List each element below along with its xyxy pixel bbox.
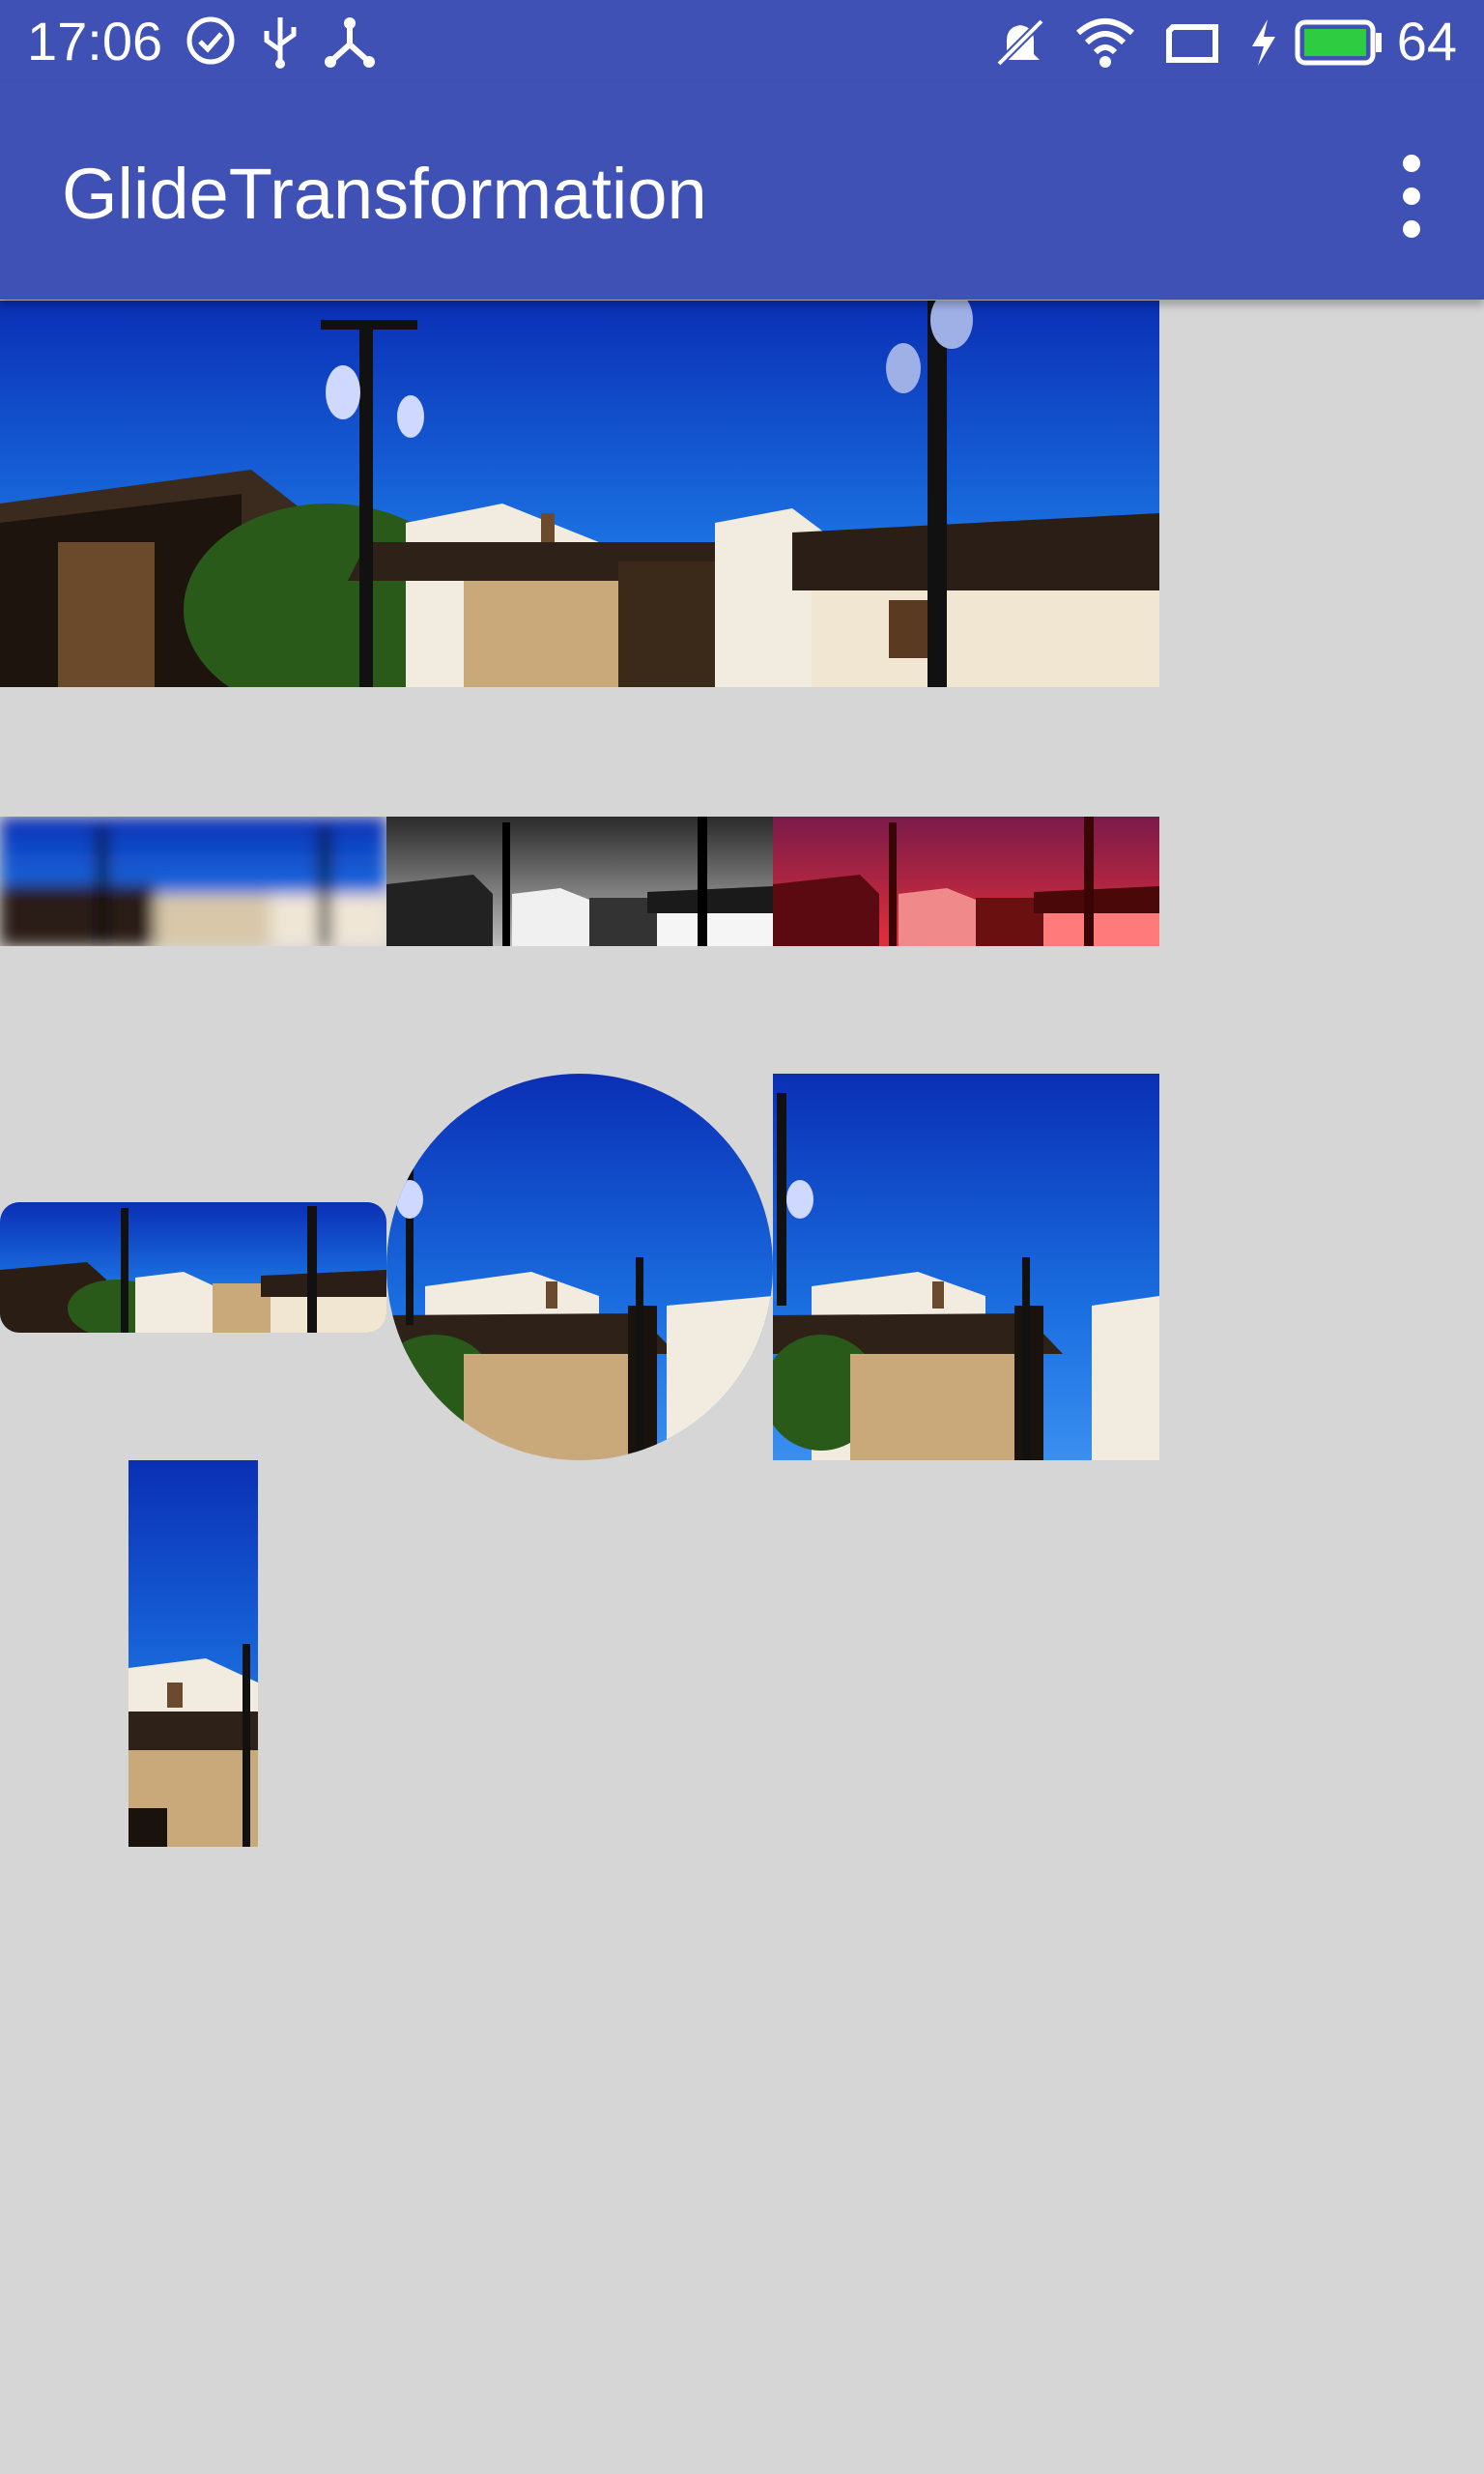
usb-icon — [259, 15, 301, 70]
status-time: 17:06 — [27, 11, 163, 72]
status-bar: 17:06 64 — [0, 0, 1484, 83]
share-icon — [323, 15, 377, 70]
more-vert-icon — [1403, 155, 1420, 172]
bell-off-icon — [993, 15, 1047, 70]
rounded-corners-image — [0, 1202, 386, 1333]
color-filter-image — [773, 817, 1159, 946]
wifi-icon — [1074, 15, 1136, 70]
original-image — [0, 301, 1159, 687]
crop-square-image — [773, 1074, 1159, 1460]
grayscale-image — [386, 817, 773, 946]
charging-icon — [1246, 15, 1279, 70]
battery-icon — [1295, 19, 1384, 66]
crop-narrow-image — [128, 1460, 258, 1847]
app-title: GlideTransformation — [62, 154, 707, 234]
more-options-button[interactable] — [1393, 155, 1432, 238]
app-bar: GlideTransformation — [0, 83, 1484, 300]
blur-image — [0, 817, 386, 946]
battery-level: 64 — [1396, 11, 1457, 72]
crop-circle-image — [386, 1074, 773, 1460]
screen-icon — [1163, 15, 1221, 70]
check-circle-icon — [186, 15, 236, 66]
